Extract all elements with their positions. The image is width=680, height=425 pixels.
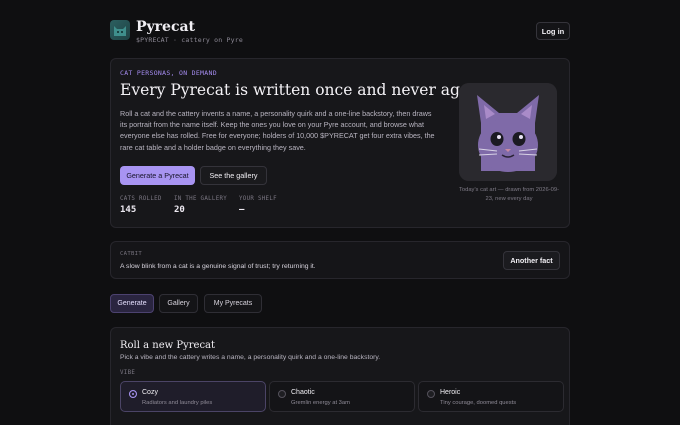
- vibe-option-heroic[interactable]: Heroic Tiny courage, doomed quests: [418, 381, 564, 412]
- hero-title: Every Pyrecat is written once and never …: [120, 81, 490, 99]
- another-fact-button[interactable]: Another fact: [503, 251, 560, 270]
- hero-eyebrow: CAT PERSONAS, ON DEMAND: [120, 69, 217, 77]
- vibe-subtitle: Radiators and laundry piles: [142, 400, 213, 406]
- stat-cats-rolled: CATS ROLLED 145: [120, 196, 162, 215]
- fact-text: A slow blink from a cat is a genuine sig…: [120, 263, 316, 270]
- tab-gallery[interactable]: Gallery: [159, 294, 198, 313]
- pyrecat-logo-icon[interactable]: [110, 20, 130, 40]
- generate-pyrecat-button[interactable]: Generate a Pyrecat: [120, 166, 195, 185]
- vibe-name: Chaotic: [291, 389, 315, 396]
- hero-description: Roll a cat and the cattery invents a nam…: [120, 109, 435, 152]
- see-gallery-button[interactable]: See the gallery: [200, 166, 267, 185]
- roll-title: Roll a new Pyrecat: [120, 340, 216, 351]
- stat-label: YOUR SHELF: [239, 196, 277, 202]
- tab-my-pyrecats[interactable]: My Pyrecats: [204, 294, 262, 313]
- daily-cat-art: [459, 83, 557, 181]
- vibe-subtitle: Tiny courage, doomed quests: [440, 400, 517, 406]
- roll-description: Pick a vibe and the cattery writes a nam…: [120, 354, 381, 361]
- stat-value: 145: [120, 205, 137, 215]
- radio-icon[interactable]: [278, 390, 286, 398]
- vibe-subtitle: Gremlin energy at 3am: [291, 400, 350, 406]
- login-button[interactable]: Log in: [536, 22, 570, 40]
- stat-in-gallery: IN THE GALLERY 20: [174, 196, 227, 215]
- hero-card: CAT PERSONAS, ON DEMAND Every Pyrecat is…: [110, 58, 570, 228]
- vibe-option-chaotic[interactable]: Chaotic Gremlin energy at 3am: [269, 381, 415, 412]
- radio-icon[interactable]: [427, 390, 435, 398]
- stat-your-shelf: YOUR SHELF —: [239, 196, 277, 215]
- brand-name[interactable]: Pyrecat: [136, 19, 195, 35]
- vibe-name: Cozy: [142, 389, 158, 396]
- site-header: Pyrecat $PYRECAT · cattery on Pyre Log i…: [110, 18, 570, 48]
- stat-value: —: [239, 205, 245, 215]
- stat-label: CATS ROLLED: [120, 196, 162, 202]
- fact-label: CATBIT: [120, 251, 143, 257]
- radio-selected-icon[interactable]: [129, 390, 137, 398]
- brand-tagline: $PYRECAT · cattery on Pyre: [136, 36, 243, 44]
- roll-card: Roll a new Pyrecat Pick a vibe and the c…: [110, 327, 570, 425]
- vibe-name: Heroic: [440, 389, 461, 396]
- vibe-option-cozy[interactable]: Cozy Radiators and laundry piles: [120, 381, 266, 412]
- stat-value: 20: [174, 205, 185, 215]
- art-caption: Today's cat art — drawn from 2026-09-23,…: [458, 187, 560, 202]
- vibe-label: VIBE: [120, 370, 136, 376]
- cat-fact-card: CATBIT A slow blink from a cat is a genu…: [110, 241, 570, 279]
- stat-label: IN THE GALLERY: [174, 196, 228, 202]
- tab-generate[interactable]: Generate: [110, 294, 154, 313]
- cat-portrait-icon: [459, 83, 557, 181]
